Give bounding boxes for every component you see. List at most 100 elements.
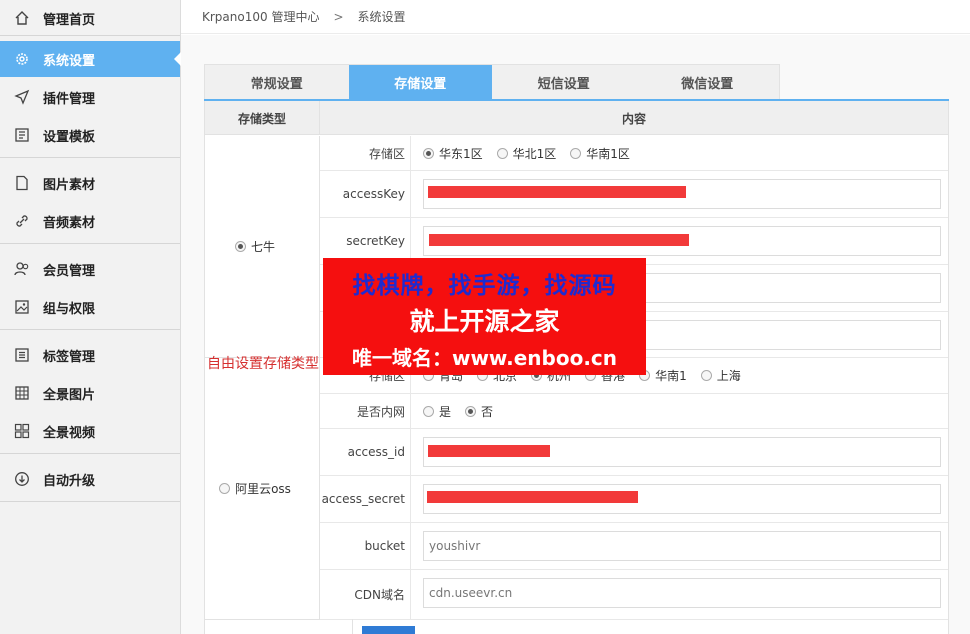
radio-dot [465,405,477,417]
users-icon [14,261,30,277]
radio-label: 华南1 [655,369,687,383]
storage-type-qiniu-label: 七牛 [250,240,275,254]
qiniu-secretkey-input[interactable] [423,226,941,256]
breadcrumb-separator: > [333,9,344,24]
sidebar-item-system-settings[interactable]: 系统设置 [0,41,181,77]
send-icon [14,89,30,105]
storage-type-aliyun-label: 阿里云oss [235,482,291,496]
sidebar-item-label: 设置模板 [43,129,96,145]
sidebar-item-label: 全景图片 [43,387,96,403]
aliyun-access-secret-input[interactable] [423,484,941,514]
storage-type-hint: 自由设置存储类型 [207,356,319,372]
aliyun-intranet-row: 是否内网 是 否 [320,394,948,429]
aliyun-access-id-input[interactable] [423,437,941,467]
sidebar-item-label: 全景视频 [43,425,96,441]
aliyun-access-secret-row: access_secret [320,476,948,523]
aliyun-bucket-input[interactable]: youshivr [423,531,941,561]
qiniu-accesskey-row: accessKey [320,171,948,218]
sidebar-item-members[interactable]: 会员管理 [0,251,180,287]
sidebar-item-label: 组与权限 [43,301,96,317]
document-icon [14,175,30,191]
tab-sms[interactable]: 短信设置 [492,65,636,100]
sidebar-item-templates[interactable]: 设置模板 [0,117,180,153]
grid-icon [14,385,30,401]
sidebar-item-panorama-images[interactable]: 全景图片 [0,375,180,411]
sidebar-item-label: 图片素材 [43,177,96,193]
sidebar-item-tags[interactable]: 标签管理 [0,337,180,373]
tab-wechat[interactable]: 微信设置 [636,65,780,100]
redaction-bar [428,186,686,198]
breadcrumb-root[interactable]: Krpano100 管理中心 [202,8,319,25]
sidebar-item-label: 自动升级 [43,473,96,489]
sidebar-item-label: 音频素材 [43,215,96,231]
aliyun-intranet-no[interactable]: 否 [465,403,493,420]
qiniu-region-east1[interactable]: 华东1区 [423,145,483,162]
radio-label: 华北1区 [512,146,557,161]
radio-label: 是 [439,404,452,419]
storage-type-aliyun: 阿里云oss [205,358,320,620]
aliyun-intranet-label: 是否内网 [356,404,405,419]
radio-label: 否 [481,404,494,419]
qiniu-accesskey-input[interactable] [423,179,941,209]
gear-icon [14,51,30,67]
qiniu-secretkey-label: secretKey [346,234,405,248]
sidebar-item-label: 系统设置 [43,53,96,69]
radio-dot [700,370,712,381]
redaction-bar [429,234,689,246]
sidebar-item-plugins[interactable]: 插件管理 [0,79,180,115]
aliyun-access-id-row: access_id [320,429,948,476]
storage-type-qiniu-radio[interactable]: 七牛 [234,238,275,255]
qiniu-region-north1[interactable]: 华北1区 [496,145,557,162]
footer-divider [352,619,353,634]
sidebar-item-audio[interactable]: 音频素材 [0,203,180,239]
radio-label: 上海 [716,369,741,383]
aliyun-region-shanghai[interactable]: 上海 [700,367,741,384]
watermark-line-1: 找棋牌，找手游，找源码 [352,273,617,299]
aliyun-intranet-yes[interactable]: 是 [423,403,451,420]
sidebar-item-label: 会员管理 [43,263,96,279]
sidebar-item-label: 插件管理 [43,91,96,107]
column-header-content: 内容 [621,111,646,126]
radio-dot [570,147,582,159]
aliyun-bucket-row: bucket youshivr [320,523,948,570]
sidebar-item-home[interactable]: 管理首页 [0,0,180,36]
table-header: 存储类型 内容 [205,101,948,135]
aliyun-access-id-label: access_id [347,445,405,459]
settings-tabs: 常规设置 存储设置 短信设置 微信设置 [204,64,780,100]
sidebar: 管理首页 系统设置 插件管理 设置模板 图片素材 音频素材 会员管理 组与权限 … [0,0,181,634]
redaction-bar [428,445,550,457]
radio-dot [219,483,231,494]
list-icon [14,347,30,363]
aliyun-cdn-input[interactable]: cdn.useevr.cn [423,578,941,608]
radio-dot [234,241,246,252]
sidebar-item-panorama-videos[interactable]: 全景视频 [0,413,180,449]
storage-type-aliyun-radio[interactable]: 阿里云oss [219,480,291,497]
storage-type-qiniu: 七牛 [205,136,320,358]
redaction-bar [427,491,638,503]
download-circle-icon [14,471,30,487]
tab-storage[interactable]: 存储设置 [348,65,492,100]
sidebar-item-label: 标签管理 [43,349,96,365]
link-icon [14,213,30,229]
sidebar-item-label: 管理首页 [43,12,96,28]
home-icon [14,10,30,26]
sidebar-item-auto-upgrade[interactable]: 自动升级 [0,461,180,497]
aliyun-bucket-label: bucket [364,539,405,553]
aliyun-access-secret-label: access_secret [321,492,405,506]
qiniu-accesskey-label: accessKey [342,187,405,201]
qiniu-region-south1[interactable]: 华南1区 [570,145,630,162]
radio-dot [423,405,434,417]
sidebar-item-images[interactable]: 图片素材 [0,165,180,201]
watermark-line-2: 就上开源之家 [409,307,560,336]
watermark-banner: 找棋牌，找手游，找源码 就上开源之家 唯一域名：www.enboo.cn [323,258,646,375]
qiniu-region-row: 存储区 华东1区 华北1区 华南1区 [320,136,948,171]
sidebar-item-permissions[interactable]: 组与权限 [0,289,180,325]
image-icon [14,299,30,315]
radio-dot [423,147,434,159]
tab-general[interactable]: 常规设置 [205,65,349,100]
aliyun-region-south1[interactable]: 华南1 [639,367,687,384]
watermark-line-3: 唯一域名：www.enboo.cn [351,346,618,370]
aliyun-cdn-label: CDN域名 [354,588,405,602]
apps-icon [14,423,30,439]
save-button[interactable] [362,626,415,634]
